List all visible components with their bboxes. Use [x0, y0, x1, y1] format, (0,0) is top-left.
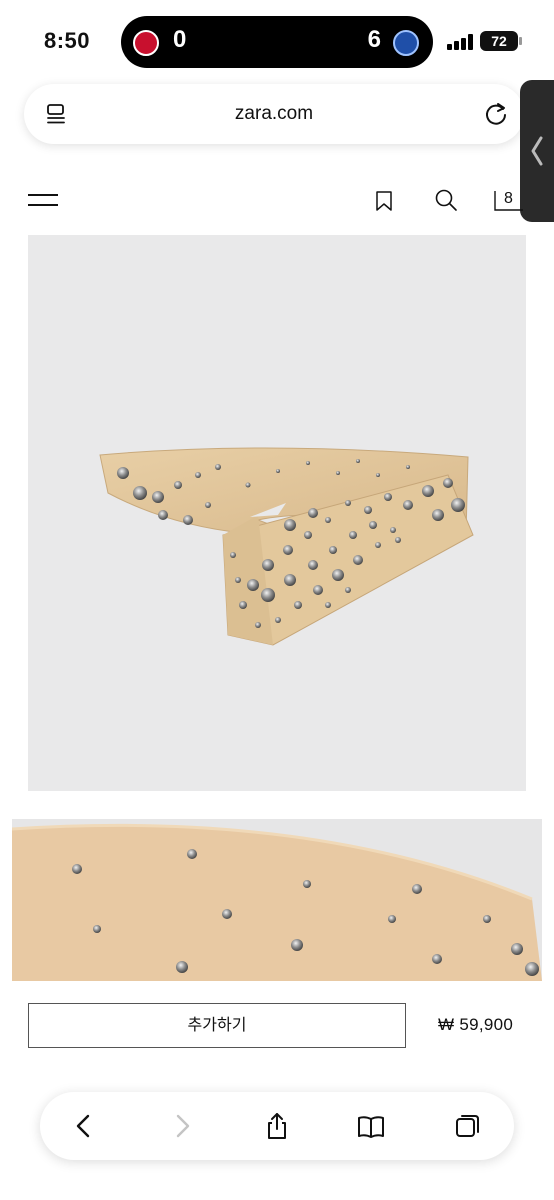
belt-closeup-image: [12, 823, 542, 981]
chevron-left-icon: [531, 136, 543, 166]
home-team-logo-icon: [393, 30, 419, 56]
away-team-score: 0: [173, 26, 187, 53]
menu-icon[interactable]: [28, 194, 58, 208]
address-bar[interactable]: zara.com: [24, 84, 524, 144]
away-team-logo-icon: [133, 30, 159, 56]
add-to-cart-button[interactable]: 추가하기: [28, 1003, 406, 1048]
forward-icon[interactable]: [168, 1112, 196, 1140]
battery-indicator: 72: [480, 31, 518, 51]
product-detail-image[interactable]: [12, 819, 542, 981]
back-icon[interactable]: [70, 1112, 98, 1140]
browser-toolbar: [40, 1092, 514, 1160]
url-text[interactable]: zara.com: [24, 103, 524, 125]
cellular-signal-icon: [447, 34, 473, 50]
book-icon[interactable]: [357, 1112, 385, 1140]
tabs-overview-icon[interactable]: [454, 1112, 482, 1140]
bookmark-icon[interactable]: [374, 190, 394, 212]
search-icon[interactable]: [434, 188, 458, 212]
studded-belt-image: [99, 447, 474, 646]
home-team-score: 6: [367, 26, 381, 53]
side-panel-handle[interactable]: [520, 80, 554, 222]
product-image[interactable]: [28, 235, 526, 791]
reload-icon[interactable]: [482, 100, 510, 128]
status-time: 8:50: [44, 28, 91, 53]
live-activity-scoreboard[interactable]: 0 6: [121, 16, 433, 68]
battery-cap: [519, 37, 522, 45]
product-price: ₩ 59,900: [438, 1015, 514, 1034]
status-bar: 8:50 0 6 72: [0, 0, 554, 80]
shopping-bag-button[interactable]: 8: [494, 190, 524, 212]
bag-count: 8: [504, 190, 513, 207]
share-icon[interactable]: [263, 1112, 291, 1140]
